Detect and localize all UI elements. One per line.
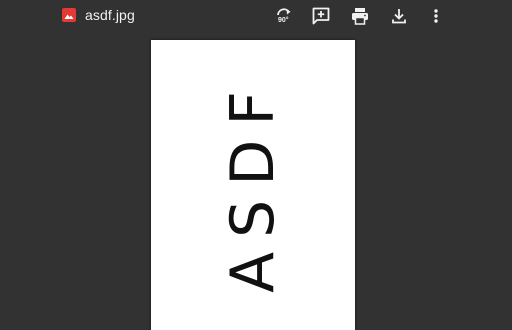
- image-file-icon: [62, 8, 76, 22]
- more-vert-icon: [434, 9, 438, 23]
- image-content-text: ASDF: [218, 77, 288, 293]
- download-icon: [392, 9, 406, 24]
- rotate-clockwise-button[interactable]: 90°: [272, 4, 296, 28]
- download-button[interactable]: [387, 4, 411, 28]
- image-page: ASDF: [151, 40, 355, 330]
- rotate-clockwise-icon: [277, 8, 291, 16]
- rotate-degree-label: 90°: [278, 17, 289, 24]
- file-name: asdf.jpg: [85, 7, 135, 23]
- more-options-button[interactable]: [424, 4, 448, 28]
- add-comment-icon: [312, 7, 330, 25]
- print-button[interactable]: [348, 4, 372, 28]
- viewer-toolbar: asdf.jpg 90°: [0, 0, 512, 32]
- add-comment-button[interactable]: [309, 4, 333, 28]
- print-icon: [352, 8, 368, 25]
